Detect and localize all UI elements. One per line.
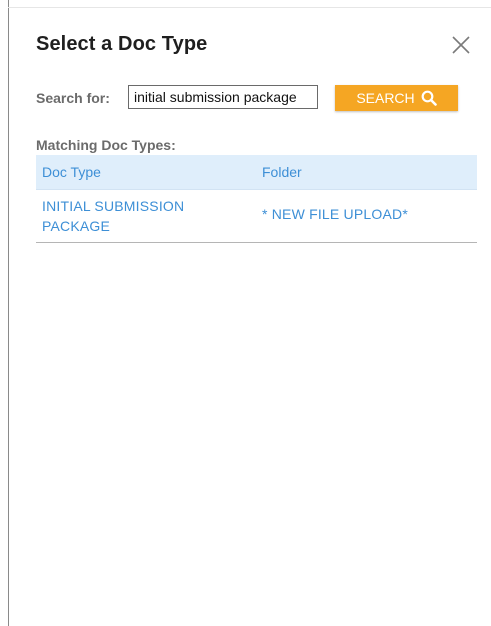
close-button[interactable] [451, 35, 471, 55]
window-top-border [8, 7, 491, 8]
column-header-doc-type: Doc Type [42, 164, 101, 180]
column-header-folder: Folder [262, 164, 302, 180]
doc-type-cell[interactable]: INITIAL SUBMISSION PACKAGE [42, 196, 242, 236]
folder-cell[interactable]: * NEW FILE UPLOAD* [262, 206, 408, 222]
table-row[interactable]: INITIAL SUBMISSION PACKAGE * NEW FILE UP… [36, 190, 477, 243]
close-icon [451, 35, 471, 55]
search-button[interactable]: SEARCH [335, 85, 458, 111]
search-button-label: SEARCH [356, 90, 415, 106]
window-left-border [8, 0, 9, 626]
search-icon [421, 90, 437, 106]
search-input[interactable] [128, 85, 318, 109]
table-header: Doc Type Folder [36, 155, 477, 190]
dialog-title: Select a Doc Type [36, 33, 208, 55]
results-table: Doc Type Folder INITIAL SUBMISSION PACKA… [36, 155, 477, 243]
matching-doc-types-label: Matching Doc Types: [36, 137, 176, 153]
search-label: Search for: [36, 90, 110, 106]
